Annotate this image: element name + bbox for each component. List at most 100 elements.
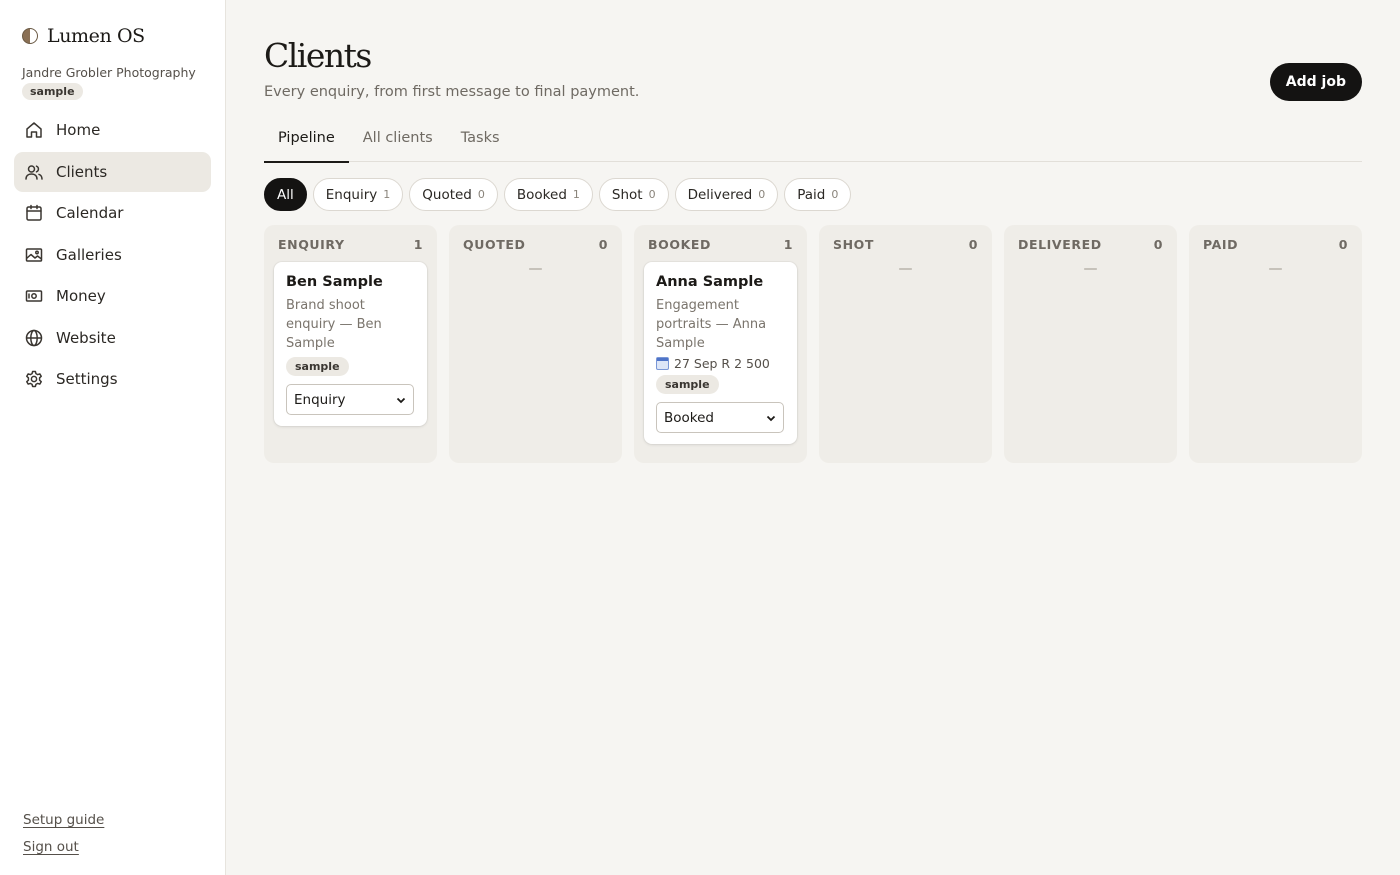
app-name: Lumen OS xyxy=(47,25,145,47)
stage-select[interactable]: Enquiry xyxy=(286,384,414,415)
stage-select-value: Booked xyxy=(664,409,714,426)
sidebar-item-label: Website xyxy=(56,328,116,347)
tab-bar: Pipeline All clients Tasks xyxy=(264,130,1362,163)
image-icon xyxy=(24,245,44,265)
job-description: Engagement portraits — Anna Sample xyxy=(656,298,767,351)
users-icon xyxy=(24,162,44,182)
chevron-down-icon xyxy=(766,415,776,421)
column-header: QUOTED 0 xyxy=(459,237,612,253)
stage-select-value: Enquiry xyxy=(294,391,346,408)
column-delivered: DELIVERED 0 — xyxy=(1004,225,1177,463)
stage-select[interactable]: Booked xyxy=(656,402,784,433)
filter-label: Paid xyxy=(797,186,826,203)
tab-pipeline[interactable]: Pipeline xyxy=(264,130,349,163)
column-title: DELIVERED xyxy=(1018,237,1102,252)
client-name: Ben Sample xyxy=(286,274,383,290)
sidebar-item-label: Home xyxy=(56,121,101,139)
client-name: Anna Sample xyxy=(656,274,764,290)
setup-guide-link[interactable]: Setup guide xyxy=(23,812,104,828)
column-header: BOOKED 1 xyxy=(644,237,797,253)
column-shot: SHOT 0 — xyxy=(819,225,992,463)
column-paid: PAID 0 — xyxy=(1189,225,1362,463)
pipeline-board: ENQUIRY 1 Ben Sample Brand shoot enquiry… xyxy=(264,225,1362,463)
job-description: Brand shoot enquiry — Ben Sample xyxy=(286,298,382,351)
brand[interactable]: Lumen OS xyxy=(14,18,211,54)
column-count: 0 xyxy=(1153,237,1163,252)
globe-icon xyxy=(24,328,44,348)
gear-icon xyxy=(24,369,44,389)
sidebar-item-clients[interactable]: Clients xyxy=(14,151,211,192)
empty-placeholder: — xyxy=(1268,261,1283,277)
sample-tag: sample xyxy=(656,375,719,394)
sidebar-item-galleries[interactable]: Galleries xyxy=(14,235,211,275)
filter-label: All xyxy=(277,186,294,203)
page-subtitle: Every enquiry, from first message to fin… xyxy=(264,84,640,100)
client-card[interactable]: Ben Sample Brand shoot enquiry — Ben Sam… xyxy=(274,262,427,426)
sidebar-item-label: Galleries xyxy=(56,245,122,264)
filter-count: 0 xyxy=(831,188,839,201)
sidebar: Lumen OS Jandre Grobler Photography samp… xyxy=(0,0,226,875)
filter-chip-booked[interactable]: Booked 1 xyxy=(503,178,593,211)
filter-chip-enquiry[interactable]: Enquiry 1 xyxy=(312,178,404,211)
calendar-icon xyxy=(24,203,44,223)
column-booked: BOOKED 1 Anna Sample Engagement portrait… xyxy=(634,225,807,463)
page-title: Clients xyxy=(264,36,372,75)
main-content: Clients Every enquiry, from first messag… xyxy=(226,0,1400,875)
empty-placeholder: — xyxy=(898,261,913,277)
sign-out-link[interactable]: Sign out xyxy=(23,839,104,855)
filter-count: 0 xyxy=(477,188,485,201)
column-count: 0 xyxy=(598,237,608,252)
sample-tag: sample xyxy=(286,357,349,376)
sidebar-nav: Home Clients Calendar Galleries Money We… xyxy=(14,110,211,399)
workspace-name: Jandre Grobler Photography xyxy=(22,65,196,80)
empty-placeholder: — xyxy=(1083,261,1098,277)
sidebar-item-calendar[interactable]: Calendar xyxy=(14,193,211,233)
filter-chip-delivered[interactable]: Delivered 0 xyxy=(674,178,779,211)
filter-chip-paid[interactable]: Paid 0 xyxy=(784,178,852,211)
sidebar-item-label: Calendar xyxy=(56,204,124,222)
column-title: PAID xyxy=(1203,237,1239,252)
filter-label: Quoted xyxy=(422,186,472,203)
sidebar-item-settings[interactable]: Settings xyxy=(14,359,211,399)
sidebar-item-label: Clients xyxy=(56,162,108,181)
column-title: BOOKED xyxy=(648,237,711,252)
job-date-price: 27 Sep R 2 500 xyxy=(656,356,786,371)
filter-chip-quoted[interactable]: Quoted 0 xyxy=(409,178,498,211)
filter-label: Delivered xyxy=(687,186,753,203)
column-enquiry: ENQUIRY 1 Ben Sample Brand shoot enquiry… xyxy=(264,225,437,463)
filter-label: Booked xyxy=(516,186,567,203)
filter-chip-all[interactable]: All xyxy=(264,178,307,211)
tab-tasks[interactable]: Tasks xyxy=(447,130,514,162)
sidebar-item-money[interactable]: Money xyxy=(14,276,211,316)
empty-placeholder: — xyxy=(528,261,543,277)
job-meta-text: 27 Sep R 2 500 xyxy=(674,356,770,371)
sidebar-item-label: Settings xyxy=(56,370,118,388)
column-title: SHOT xyxy=(833,237,875,252)
column-count: 1 xyxy=(413,237,423,252)
calendar-icon xyxy=(656,357,669,370)
filter-count: 1 xyxy=(572,188,580,201)
column-header: SHOT 0 xyxy=(829,237,982,253)
sidebar-item-website[interactable]: Website xyxy=(14,318,211,358)
column-title: ENQUIRY xyxy=(278,237,345,252)
filter-count: 0 xyxy=(758,188,766,201)
tab-all-clients[interactable]: All clients xyxy=(349,130,447,162)
column-header: DELIVERED 0 xyxy=(1014,237,1167,253)
filter-label: Shot xyxy=(611,186,643,203)
sidebar-footer: Setup guide Sign out xyxy=(23,801,104,855)
home-icon xyxy=(24,120,44,140)
chevron-down-icon xyxy=(396,397,406,403)
workspace-badge: sample xyxy=(22,83,83,100)
money-icon xyxy=(24,286,44,306)
filter-chip-shot[interactable]: Shot 0 xyxy=(598,178,669,211)
column-header: PAID 0 xyxy=(1199,237,1352,253)
sidebar-item-home[interactable]: Home xyxy=(14,110,211,150)
filter-label: Enquiry xyxy=(325,186,378,203)
column-count: 0 xyxy=(1338,237,1348,252)
add-job-button[interactable]: Add job xyxy=(1269,63,1362,101)
logo-icon xyxy=(22,28,38,44)
column-title: QUOTED xyxy=(463,237,526,252)
client-card[interactable]: Anna Sample Engagement portraits — Anna … xyxy=(644,262,797,444)
sidebar-item-label: Money xyxy=(56,287,106,305)
column-count: 1 xyxy=(783,237,793,252)
